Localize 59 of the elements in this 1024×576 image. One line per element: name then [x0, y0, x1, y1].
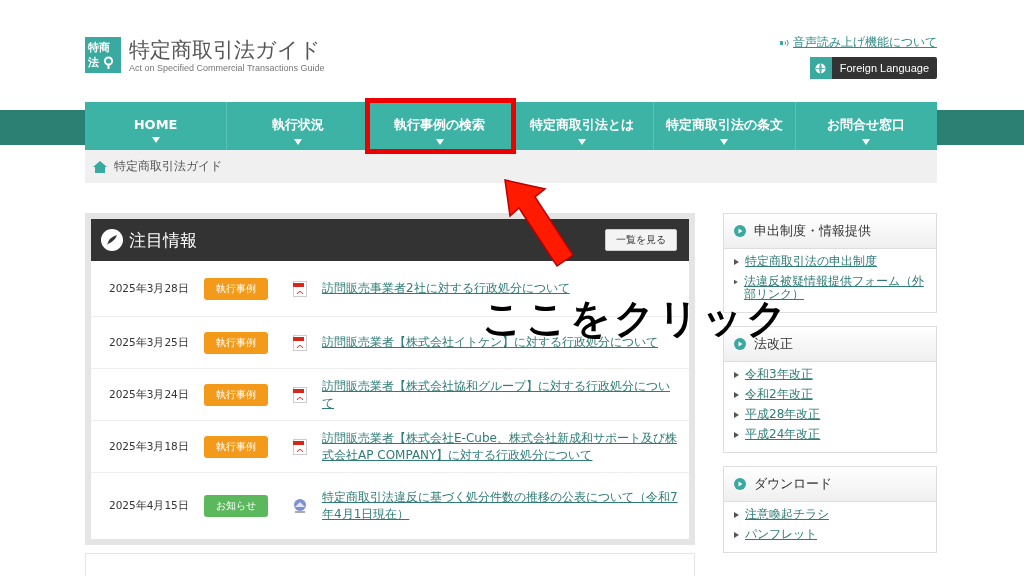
sidebar-link[interactable]: 令和3年改正 — [745, 368, 813, 381]
category-tag: 執行事例 — [204, 331, 268, 354]
news-link[interactable]: 訪問販売業者【株式会社E-Cube、株式会社新成和サポート及び株式会社AP COMPANY】に対する行政処分について — [322, 429, 679, 464]
pen-icon — [101, 229, 123, 251]
caret-icon — [151, 137, 160, 143]
play-circle-icon — [734, 338, 746, 350]
pdf-icon — [293, 438, 307, 455]
bullet-icon — [734, 259, 739, 265]
sidebar-link[interactable]: パンフレット — [745, 528, 817, 541]
logo-badge: 特商 法 — [85, 37, 121, 73]
bullet-icon — [734, 512, 739, 518]
home-icon — [93, 160, 107, 173]
pdf-icon — [293, 280, 307, 297]
sidebar-link[interactable]: 注意喚起チラシ — [745, 508, 829, 521]
news-date: 2025年3月18日 — [109, 439, 190, 454]
news-title: 注目情報 — [129, 228, 197, 252]
web-page-icon — [292, 498, 308, 514]
play-circle-icon — [734, 478, 746, 490]
bullet-icon — [734, 279, 738, 285]
sidebar-heading: 法改正 — [754, 336, 793, 353]
bullet-icon — [734, 412, 739, 418]
globe-icon — [815, 62, 827, 74]
caret-icon — [578, 138, 587, 145]
sidebar-heading: ダウンロード — [754, 475, 832, 493]
view-list-button[interactable]: 一覧を見る — [605, 229, 677, 251]
sidebar-link[interactable]: 法違反被疑情報提供フォーム（外部リンク） — [743, 275, 928, 301]
site-subtitle: Act on Specified Commercial Transactions Guide — [129, 63, 325, 73]
pdf-icon — [293, 386, 307, 403]
site-title: 特定商取引法ガイド — [129, 37, 322, 63]
language-button[interactable]: Foreign Language — [809, 57, 937, 79]
audio-link[interactable]: 音声読み上げ機能について — [793, 34, 937, 51]
caret-icon — [293, 138, 302, 145]
caret-icon — [435, 138, 444, 145]
bullet-icon — [734, 372, 739, 378]
pdf-icon — [293, 334, 307, 351]
news-link[interactable]: 訪問販売事業者2社に対する行政処分について — [322, 280, 679, 297]
news-date: 2025年4月15日 — [109, 499, 190, 513]
caret-icon — [862, 138, 871, 145]
sidebar-link[interactable]: 平成24年改正 — [745, 428, 821, 441]
sidebar-heading: 申出制度・情報提供 — [754, 222, 871, 240]
news-link[interactable]: 訪問販売業者【株式会社協和グループ】に対する行政処分について — [322, 377, 679, 412]
sidebar-link[interactable]: 令和2年改正 — [745, 388, 813, 401]
breadcrumb-link[interactable]: 特定商取引法ガイド — [114, 158, 222, 175]
category-tag: 執行事例 — [204, 383, 268, 406]
sidebar-link[interactable]: 特定商取引法の申出制度 — [745, 255, 877, 268]
category-tag: お知らせ — [204, 495, 268, 517]
play-circle-icon — [734, 225, 746, 237]
bullet-icon — [734, 532, 739, 538]
news-date: 2025年3月25日 — [109, 335, 190, 350]
news-date: 2025年3月28日 — [109, 281, 190, 296]
category-tag: 執行事例 — [204, 435, 268, 458]
category-tag: 執行事例 — [204, 277, 268, 300]
news-link[interactable]: 特定商取引法違反に基づく処分件数の推移の公表について（令和7年4月1日現在） — [322, 489, 679, 523]
bullet-icon — [734, 392, 739, 398]
speaker-icon — [780, 38, 790, 47]
caret-icon — [720, 138, 729, 145]
bullet-icon — [734, 432, 739, 438]
sidebar-link[interactable]: 平成28年改正 — [745, 408, 821, 421]
news-date: 2025年3月24日 — [109, 387, 190, 402]
